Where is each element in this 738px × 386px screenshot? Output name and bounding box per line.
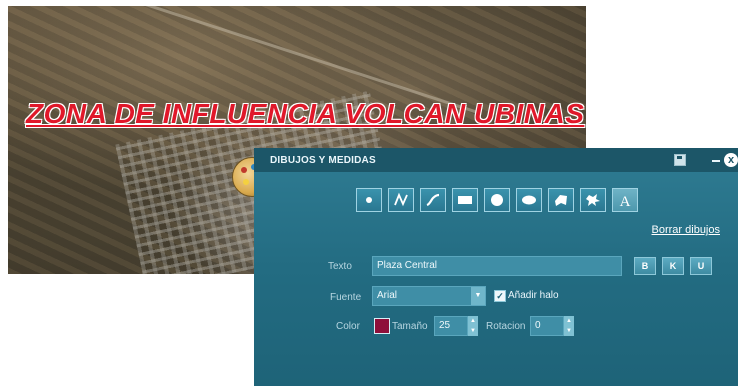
rectangle-icon [458, 196, 472, 204]
rectangle-tool-button[interactable] [452, 188, 478, 212]
font-label: Fuente [330, 292, 362, 303]
text-tool-button[interactable]: A [612, 188, 638, 212]
circle-icon [491, 194, 503, 206]
chevron-down-icon[interactable]: ▼ [471, 287, 485, 305]
font-select-value: Arial [377, 290, 398, 301]
freehand-tool-button[interactable] [420, 188, 446, 212]
rotation-input[interactable]: 0 [530, 316, 564, 336]
polygon-icon [555, 195, 567, 206]
halo-label: Añadir halo [508, 290, 559, 301]
polyline-icon [394, 192, 408, 207]
halo-checkbox[interactable]: ✓ [494, 290, 506, 302]
size-label: Tamaño [392, 321, 428, 332]
dialog-title: DIBUJOS Y MEDIDAS [270, 154, 376, 166]
size-input[interactable]: 25 [434, 316, 468, 336]
text-label: Texto [328, 261, 352, 272]
svg-text:A: A [620, 194, 631, 208]
rotation-spinner[interactable]: ▲ ▼ [564, 316, 574, 336]
clear-drawings-link[interactable]: Borrar dibujos [652, 224, 720, 236]
rotation-label: Rotacion [486, 321, 526, 332]
underline-button[interactable]: U [690, 257, 712, 275]
ellipse-icon [522, 195, 536, 205]
color-swatch[interactable] [374, 318, 390, 334]
circle-tool-button[interactable] [484, 188, 510, 212]
drawing-toolbar: A [356, 188, 638, 212]
text-input[interactable]: Plaza Central [372, 256, 622, 276]
italic-button[interactable]: K [662, 257, 684, 275]
ellipse-tool-button[interactable] [516, 188, 542, 212]
minimize-icon[interactable] [712, 160, 720, 162]
point-tool-button[interactable] [356, 188, 382, 212]
line-tool-button[interactable] [388, 188, 414, 212]
freehand-polygon-icon [586, 194, 600, 206]
drawing-dialog: DIBUJOS Y MEDIDAS x A Borrar dibujos Tex… [254, 148, 738, 386]
color-label: Color [336, 321, 360, 332]
text-icon: A [620, 194, 631, 208]
bold-button[interactable]: B [634, 257, 656, 275]
map-title: ZONA DE INFLUENCIA VOLCAN UBINAS [26, 98, 585, 129]
font-select[interactable]: Arial ▼ [372, 286, 486, 306]
save-icon[interactable] [674, 154, 686, 166]
size-spinner[interactable]: ▲ ▼ [468, 316, 478, 336]
freehand-icon [426, 193, 440, 207]
close-icon[interactable]: x [724, 153, 738, 167]
point-icon [366, 197, 372, 203]
freehand-polygon-tool-button[interactable] [580, 188, 606, 212]
polygon-tool-button[interactable] [548, 188, 574, 212]
dialog-titlebar[interactable]: DIBUJOS Y MEDIDAS x [254, 148, 738, 172]
